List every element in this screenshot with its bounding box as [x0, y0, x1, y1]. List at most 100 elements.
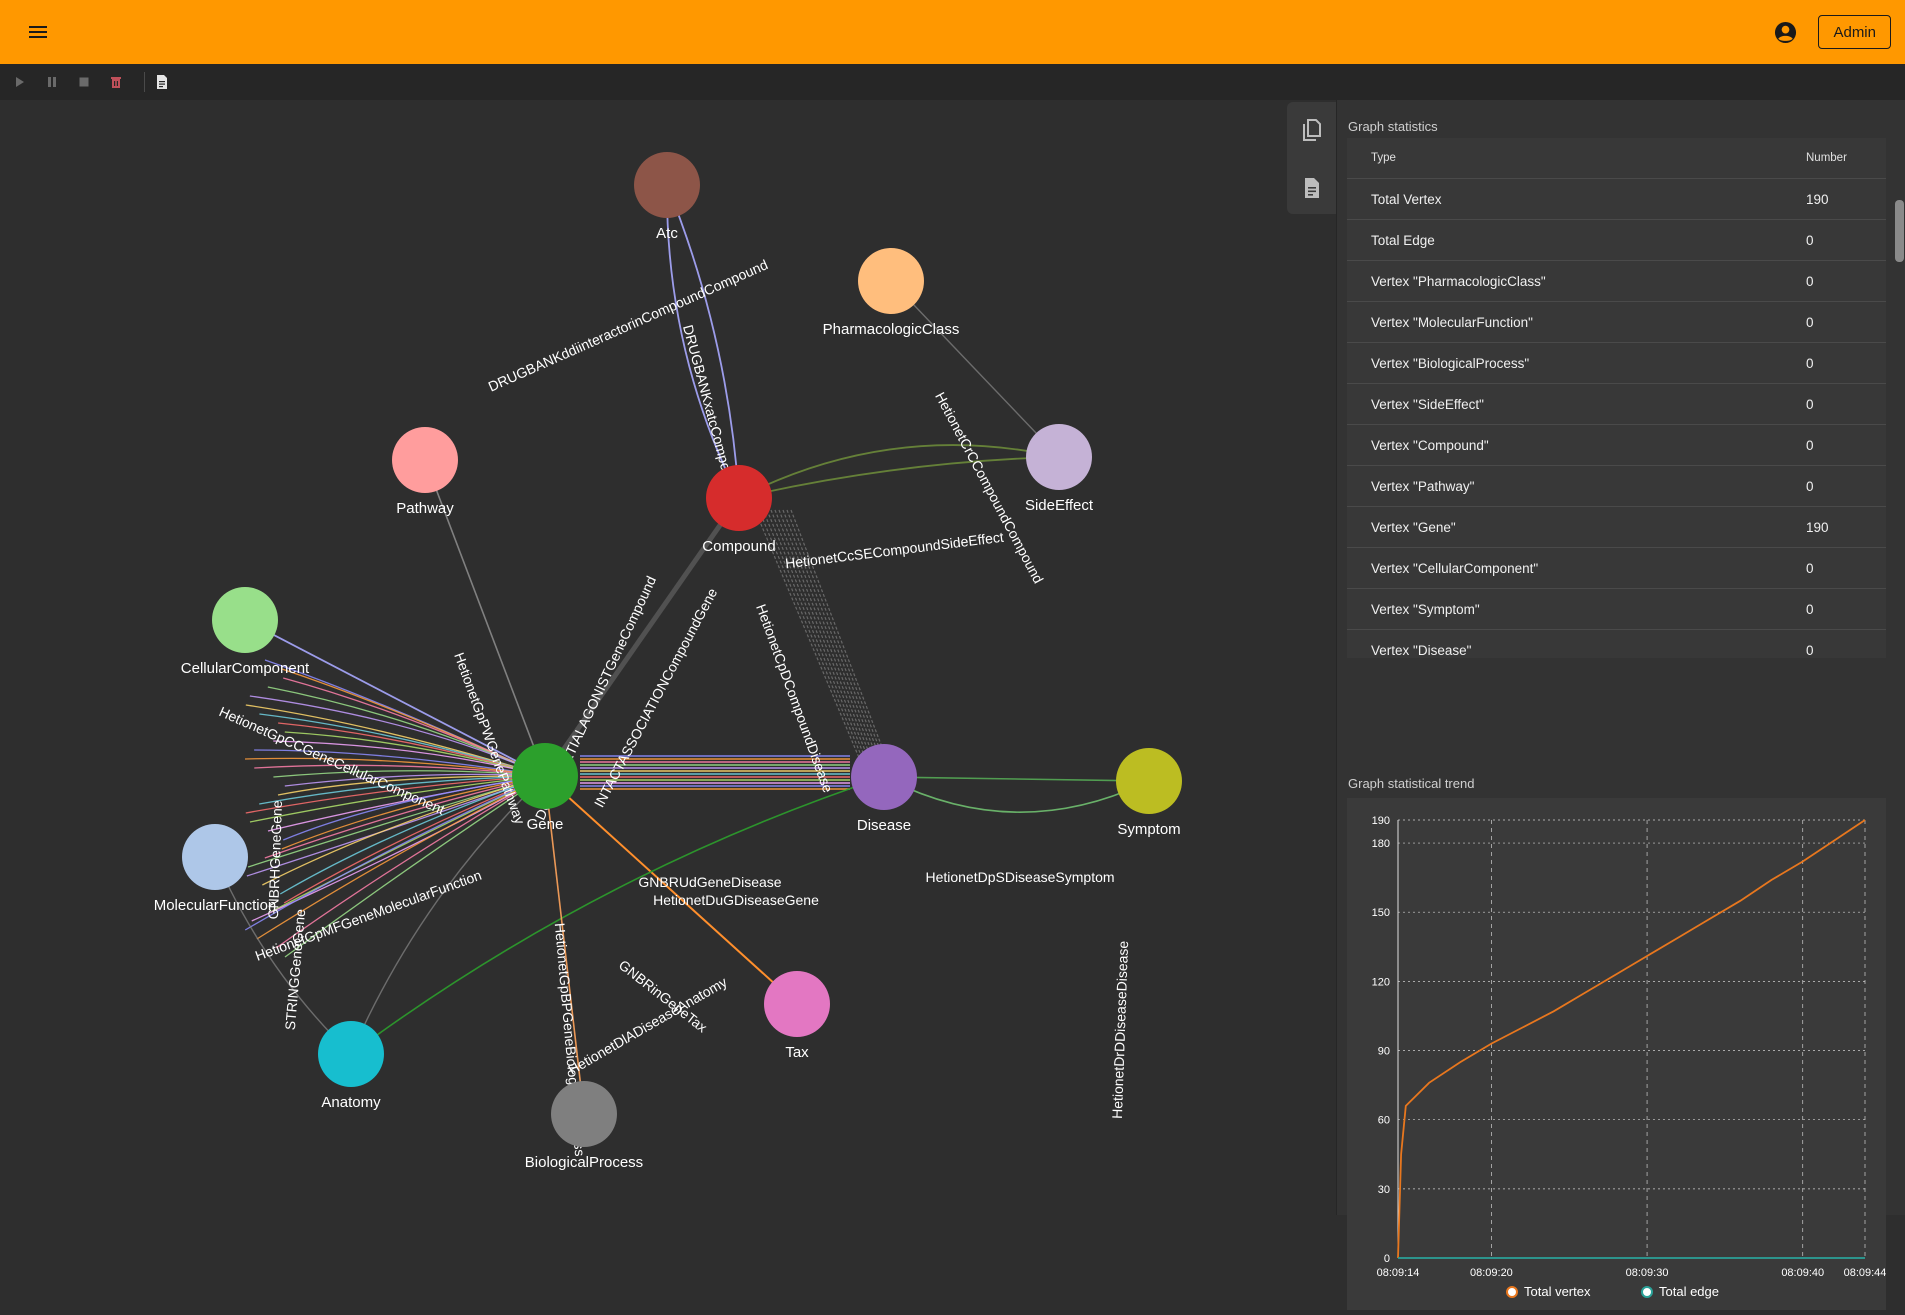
graph-edge[interactable]: [890, 280, 1060, 458]
legend-label[interactable]: Total edge: [1659, 1284, 1719, 1299]
legend-label[interactable]: Total vertex: [1524, 1284, 1591, 1299]
side-tab-strip: [1287, 102, 1337, 214]
graph-node[interactable]: [212, 587, 278, 653]
stats-row: Vertex "Compound" 0: [1347, 424, 1886, 466]
trend-chart: 0 30 60 90 120 150 180 190 08:09:14 08:09:20 08:09…: [1372, 815, 1887, 1299]
node-label: Compound: [702, 538, 775, 555]
node-label: Symptom: [1117, 821, 1180, 838]
document-icon[interactable]: [154, 74, 170, 90]
stats-row: Vertex "MolecularFunction" 0: [1347, 301, 1886, 343]
panel-scrollbar[interactable]: [1895, 200, 1904, 262]
graph-node[interactable]: [634, 152, 700, 218]
graph-edge[interactable]: [883, 776, 1150, 782]
stats-type-cell: Vertex "Compound": [1347, 424, 1806, 466]
col-type-header: Type: [1347, 138, 1806, 179]
stats-type-cell: Vertex "SideEffect": [1347, 383, 1806, 425]
y-tick-label: 30: [1378, 1184, 1390, 1196]
y-tick-label: 60: [1378, 1115, 1390, 1127]
document-icon[interactable]: [1300, 176, 1324, 200]
stats-header-row: Type Number: [1347, 138, 1886, 179]
node-label: MolecularFunction: [154, 897, 277, 914]
graph-node[interactable]: [182, 824, 248, 890]
x-tick-label: 08:09:44: [1844, 1267, 1886, 1279]
stats-type-cell: Vertex "Disease": [1347, 629, 1806, 658]
y-tick-label: 0: [1384, 1253, 1390, 1265]
graph-node[interactable]: [392, 427, 458, 493]
graph-node[interactable]: [1116, 748, 1182, 814]
statistics-panel: Graph statistics Type Number Total Verte…: [1336, 100, 1905, 1310]
graph-node[interactable]: [851, 744, 917, 810]
stats-row: Vertex "Symptom" 0: [1347, 588, 1886, 630]
edge-label: HetionetDuGDiseaseGene: [653, 892, 819, 908]
menu-icon[interactable]: [24, 18, 52, 46]
trend-title: Graph statistical trend: [1348, 776, 1475, 791]
y-tick-label: 120: [1372, 976, 1390, 988]
stats-number-cell: 0: [1806, 465, 1886, 507]
graph-node[interactable]: [512, 743, 578, 809]
graph-edge[interactable]: [738, 444, 1060, 499]
stats-number-cell: 0: [1806, 547, 1886, 589]
x-tick-label: 08:09:14: [1377, 1267, 1420, 1279]
app-header: Admin: [0, 0, 1905, 64]
edge-label: HetionetDpSDiseaseSymptom: [925, 869, 1114, 885]
y-tick-label: 180: [1372, 838, 1390, 850]
stats-number-cell: 0: [1806, 383, 1886, 425]
node-label: BiologicalProcess: [525, 1154, 643, 1171]
copy-document-icon[interactable]: [1300, 118, 1324, 142]
node-label: PharmacologicClass: [823, 321, 960, 338]
node-label: Tax: [785, 1044, 809, 1061]
graph-toolbar: [0, 64, 1905, 100]
pause-icon[interactable]: [44, 74, 60, 90]
stats-row: Total Edge 0: [1347, 219, 1886, 261]
node-label: Pathway: [396, 500, 454, 517]
toolbar-divider: [144, 72, 145, 92]
edge-label: HetionetCrCCompoundCompound: [932, 389, 1047, 585]
stats-row: Vertex "Gene" 190: [1347, 506, 1886, 548]
graph-node[interactable]: [764, 971, 830, 1037]
graph-view[interactable]: DRUGBANKddiinteractorinCompoundCompound D…: [0, 100, 1336, 1215]
stats-number-cell: 0: [1806, 301, 1886, 343]
graph-canvas[interactable]: DRUGBANKddiinteractorinCompoundCompound D…: [0, 100, 1336, 1215]
edge-label: STRINGGeneGene: [282, 908, 309, 1031]
graph-node[interactable]: [858, 248, 924, 314]
stats-row: Vertex "CellularComponent" 0: [1347, 547, 1886, 589]
graph-edge[interactable]: [738, 456, 1060, 499]
node-label: Atc: [656, 225, 678, 242]
legend-marker[interactable]: [1641, 1286, 1653, 1298]
stats-type-cell: Vertex "MolecularFunction": [1347, 301, 1806, 343]
stats-number-cell: 0: [1806, 588, 1886, 630]
play-icon[interactable]: [12, 74, 28, 90]
graph-node[interactable]: [706, 465, 772, 531]
col-number-header: Number: [1806, 138, 1886, 179]
stop-icon[interactable]: [76, 74, 92, 90]
stats-number-cell: 190: [1806, 506, 1886, 548]
stats-number-cell: 0: [1806, 219, 1886, 261]
graph-node[interactable]: [1026, 424, 1092, 490]
edge-label: HetionetDrDDiseaseDisease: [1109, 940, 1131, 1119]
graph-edge[interactable]: [544, 775, 798, 1005]
stats-type-cell: Vertex "Symptom": [1347, 588, 1806, 630]
stats-table-container[interactable]: Type Number Total Vertex 190 Total Edge 0 Ve…: [1347, 138, 1886, 658]
stats-type-cell: Vertex "BiologicalProcess": [1347, 342, 1806, 384]
x-tick-label: 08:09:20: [1470, 1267, 1513, 1279]
stats-row: Vertex "Disease" 0: [1347, 629, 1886, 658]
edge-label: GNBRUdGeneDisease: [638, 874, 781, 890]
graph-node[interactable]: [318, 1021, 384, 1087]
stats-number-cell: 0: [1806, 260, 1886, 302]
graph-node[interactable]: [551, 1081, 617, 1147]
delete-icon[interactable]: [108, 74, 124, 90]
stats-type-cell: Vertex "CellularComponent": [1347, 547, 1806, 589]
edge-label: HetionetGpMFGeneMolecularFunction: [253, 867, 484, 964]
stats-table: Type Number Total Vertex 190 Total Edge 0 Ve…: [1347, 138, 1886, 658]
stats-row: Vertex "PharmacologicClass" 0: [1347, 260, 1886, 302]
stats-number-cell: 190: [1806, 178, 1886, 220]
node-label: Disease: [857, 817, 911, 834]
stats-number-cell: 0: [1806, 629, 1886, 658]
legend-marker[interactable]: [1506, 1286, 1518, 1298]
stats-type-cell: Total Edge: [1347, 219, 1806, 261]
stats-row: Vertex "BiologicalProcess" 0: [1347, 342, 1886, 384]
admin-button[interactable]: Admin: [1818, 15, 1891, 49]
edge-label: DRUGBANKddiinteractorinCompoundCompound: [486, 256, 770, 394]
graph-edge[interactable]: [883, 776, 1150, 813]
account-circle-icon[interactable]: [1774, 21, 1797, 44]
